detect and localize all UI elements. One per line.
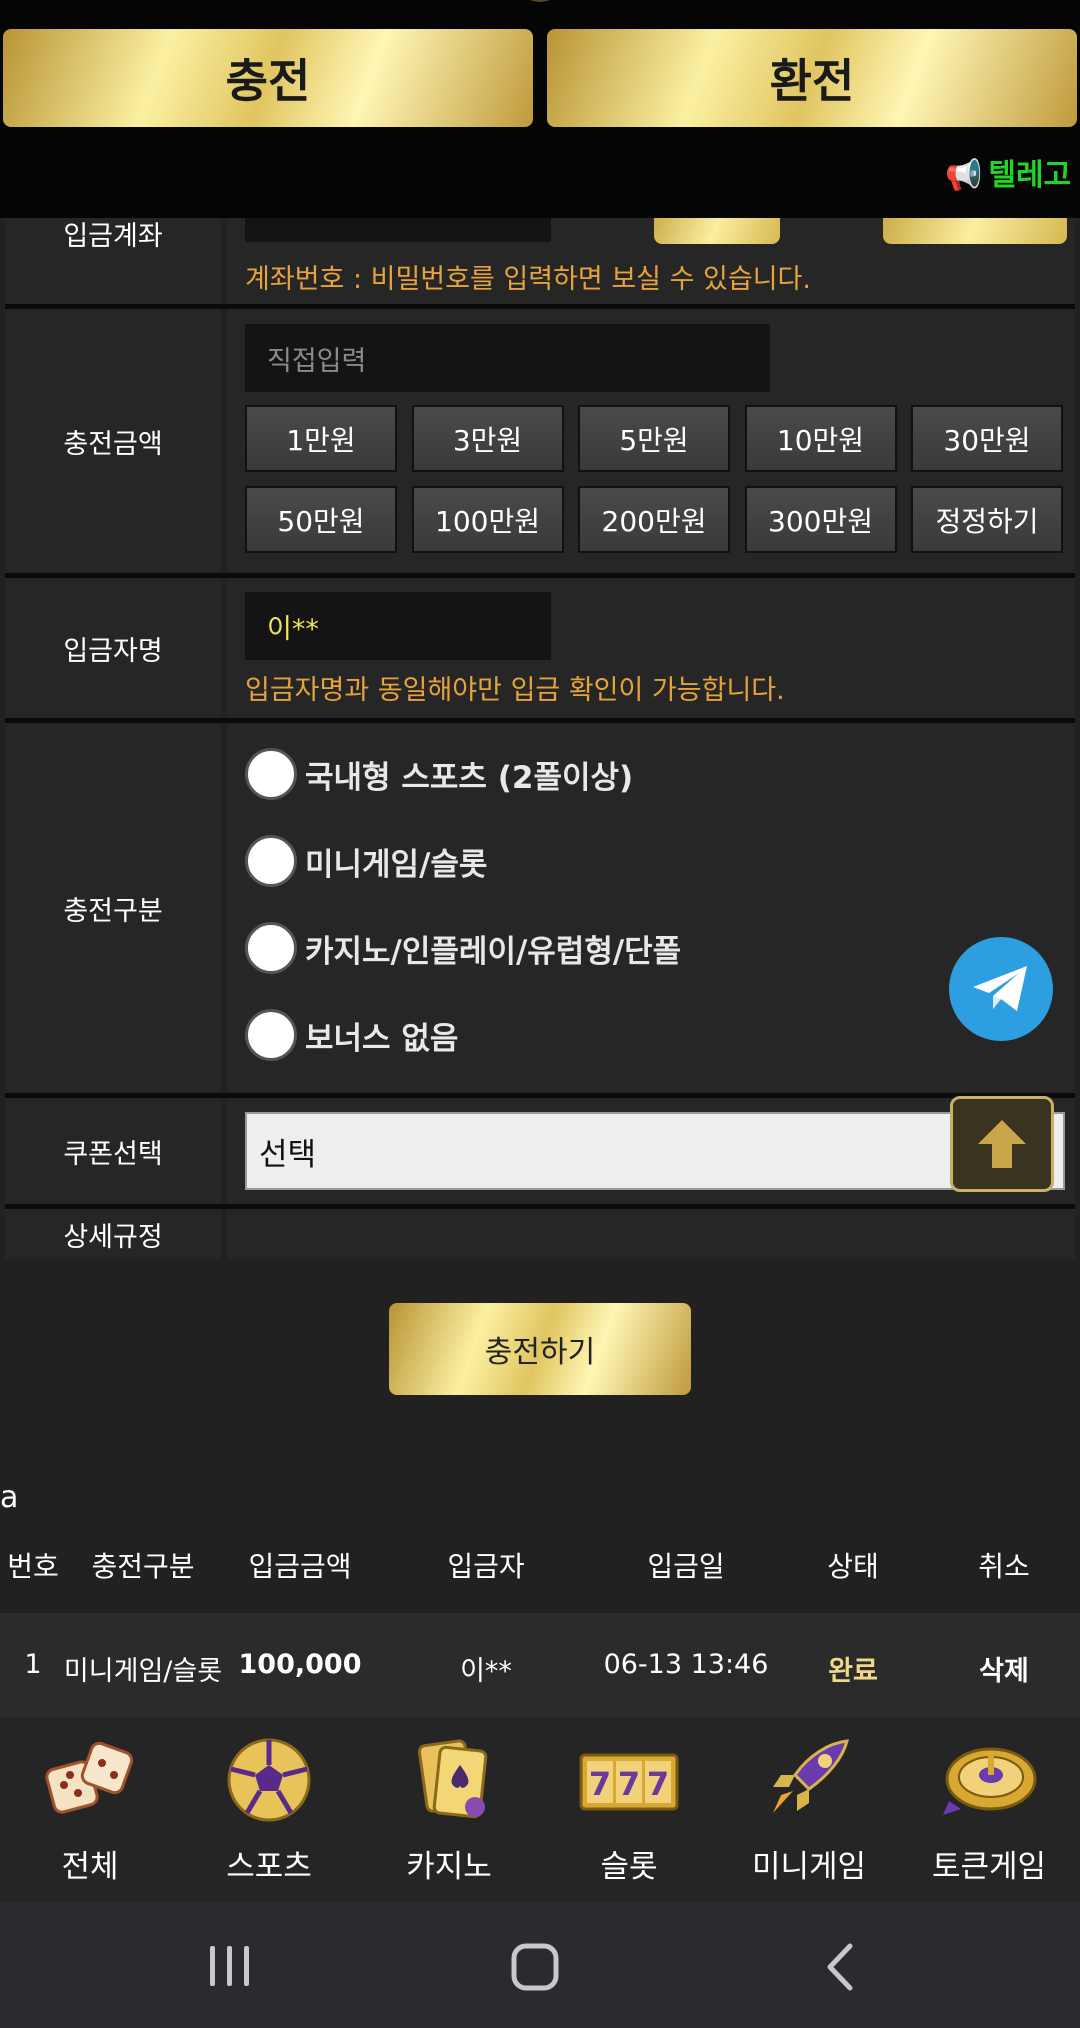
logo-edge bbox=[520, 0, 560, 2]
amount-button[interactable]: 100만원 bbox=[411, 486, 564, 553]
charge-type-value-cell: 국내형 스포츠 (2폴이상) 미니게임/슬롯 카지노/인플레이/유럽형/단폴 보… bbox=[227, 723, 1075, 1093]
radio-label: 미니게임/슬롯 bbox=[305, 846, 488, 883]
charge-type-row: 충전구분 국내형 스포츠 (2폴이상) 미니게임/슬롯 카지노/인플레이/유럽형… bbox=[5, 723, 1075, 1093]
amount-button[interactable]: 정정하기 bbox=[911, 486, 1063, 553]
amount-button[interactable]: 50만원 bbox=[245, 486, 397, 553]
col-header-number: 번호 bbox=[7, 1550, 59, 1583]
roulette-icon bbox=[943, 1747, 1037, 1815]
delete-button[interactable]: 삭제 bbox=[979, 1649, 1029, 1688]
coupon-select[interactable]: 선택 bbox=[245, 1112, 1065, 1190]
radio-button[interactable] bbox=[245, 748, 297, 800]
coupon-row: 쿠폰선택 선택 bbox=[5, 1098, 1075, 1204]
nav-label: 스포츠 bbox=[226, 1849, 312, 1885]
amount-button[interactable]: 300만원 bbox=[744, 486, 897, 553]
soccer-ball-icon bbox=[227, 1738, 311, 1822]
charge-type-label: 충전구분 bbox=[5, 723, 221, 1093]
depositor-label: 입금자명 bbox=[5, 578, 221, 718]
col-header-status: 상태 bbox=[827, 1550, 879, 1583]
depositor-hint: 입금자명과 동일해야만 입금 확인이 가능합니다. bbox=[245, 675, 785, 706]
amount-row: 충전금액 직접입력 1만원 3만원 5만원 10만원 30만원 50만원 100만원 200만… bbox=[5, 309, 1075, 573]
svg-text:7: 7 bbox=[589, 1765, 611, 1803]
amount-value-cell: 직접입력 1만원 3만원 5만원 10만원 30만원 50만원 100만원 200만원 300만… bbox=[227, 309, 1075, 573]
cell-amount: 100,000 bbox=[238, 1649, 362, 1680]
radio-label: 보너스 없음 bbox=[305, 1020, 459, 1057]
marquee-text: 텔레고 bbox=[988, 158, 1072, 193]
playing-cards-icon bbox=[417, 1739, 488, 1819]
col-header-type: 충전구분 bbox=[91, 1550, 195, 1583]
cell-type: 미니게임/슬롯 bbox=[63, 1656, 223, 1687]
nav-item-all[interactable]: 전체 bbox=[5, 1735, 175, 1895]
nav-item-sports[interactable]: 스포츠 bbox=[184, 1735, 354, 1895]
rules-label: 상세규정 bbox=[5, 1209, 221, 1259]
table-row: 1 미니게임/슬롯 100,000 이** 06-13 13:46 완료 삭제 bbox=[0, 1613, 1080, 1717]
amount-button[interactable]: 10만원 bbox=[744, 405, 897, 472]
nav-label: 슬롯 bbox=[600, 1849, 658, 1885]
depositor-row: 입금자명 이** 입금자명과 동일해야만 입금 확인이 가능합니다. bbox=[5, 578, 1075, 718]
radio-no-bonus[interactable]: 보너스 없음 bbox=[245, 1009, 458, 1061]
back-icon[interactable] bbox=[822, 1942, 856, 1992]
svg-text:7: 7 bbox=[618, 1765, 640, 1803]
arrow-up-icon bbox=[978, 1120, 1026, 1168]
amount-button[interactable]: 3만원 bbox=[411, 405, 564, 472]
radio-button[interactable] bbox=[245, 1009, 297, 1061]
coupon-value-cell: 선택 bbox=[227, 1098, 1075, 1204]
radio-domestic-sports[interactable]: 국내형 스포츠 (2폴이상) bbox=[245, 748, 633, 800]
scroll-to-top-button[interactable] bbox=[950, 1096, 1054, 1192]
cell-depositor: 이** bbox=[460, 1656, 512, 1687]
depositor-value-cell: 이** 입금자명과 동일해야만 입금 확인이 가능합니다. bbox=[227, 578, 1075, 718]
submit-charge-button[interactable]: 충전하기 bbox=[389, 1303, 691, 1395]
coupon-label: 쿠폰선택 bbox=[5, 1098, 221, 1204]
radio-button[interactable] bbox=[245, 922, 297, 974]
dice-icon bbox=[45, 1741, 134, 1814]
rules-value-cell bbox=[227, 1209, 1075, 1259]
rules-row: 상세규정 bbox=[5, 1209, 1075, 1259]
account-hint: 계좌번호 : 비밀번호를 입력하면 보실 수 있습니다. bbox=[245, 264, 811, 295]
amount-label: 충전금액 bbox=[5, 309, 221, 573]
nav-item-minigame[interactable]: 미니게임 bbox=[724, 1735, 894, 1895]
recent-apps-icon[interactable] bbox=[206, 1944, 254, 1988]
nav-item-slot[interactable]: 7 7 7 슬롯 bbox=[544, 1735, 714, 1895]
depositor-input[interactable]: 이** bbox=[245, 592, 551, 660]
radio-minigame-slot[interactable]: 미니게임/슬롯 bbox=[245, 835, 487, 887]
megaphone-icon: 📢 bbox=[945, 158, 983, 193]
nav-label: 미니게임 bbox=[751, 1849, 867, 1885]
radio-label: 국내형 스포츠 (2폴이상) bbox=[305, 759, 634, 796]
col-header-cancel: 취소 bbox=[978, 1550, 1030, 1583]
nav-label: 카지노 bbox=[406, 1849, 492, 1885]
amount-button[interactable]: 1만원 bbox=[245, 405, 397, 472]
history-title: a bbox=[0, 1480, 19, 1515]
amount-button[interactable]: 5만원 bbox=[578, 405, 730, 472]
nav-item-casino[interactable]: 카지노 bbox=[364, 1735, 534, 1895]
radio-casino-inplay[interactable]: 카지노/인플레이/유럽형/단폴 bbox=[245, 922, 681, 974]
svg-text:7: 7 bbox=[647, 1765, 669, 1803]
col-header-depositor: 입금자 bbox=[447, 1550, 525, 1583]
cell-number: 1 bbox=[24, 1649, 42, 1680]
nav-label: 토큰게임 bbox=[931, 1849, 1047, 1885]
radio-label: 카지노/인플레이/유럽형/단폴 bbox=[305, 933, 682, 970]
amount-input[interactable]: 직접입력 bbox=[245, 324, 770, 392]
bottom-game-nav: 전체 스포츠 카지노 7 7 7 슬롯 미니게임 토큰게임 bbox=[0, 1717, 1080, 1902]
col-header-date: 입금일 bbox=[647, 1550, 725, 1583]
cell-date: 06-13 13:46 bbox=[603, 1649, 769, 1680]
col-header-amount: 입금금액 bbox=[248, 1550, 352, 1583]
telegram-button[interactable] bbox=[949, 937, 1053, 1041]
radio-button[interactable] bbox=[245, 835, 297, 887]
charge-tab-button[interactable]: 충전 bbox=[3, 29, 533, 127]
nav-label: 전체 bbox=[61, 1849, 119, 1885]
notice-marquee: 📢 텔레고 bbox=[945, 150, 1071, 194]
telegram-icon bbox=[973, 966, 1027, 1011]
exchange-tab-button[interactable]: 환전 bbox=[547, 29, 1077, 127]
amount-button[interactable]: 200만원 bbox=[578, 486, 730, 553]
home-icon[interactable] bbox=[510, 1942, 560, 1992]
top-header: 충전 환전 📢 텔레고 bbox=[0, 0, 1080, 218]
nav-item-token-game[interactable]: 토큰게임 bbox=[904, 1735, 1074, 1895]
amount-button[interactable]: 30만원 bbox=[911, 405, 1063, 472]
slot-777-icon: 7 7 7 bbox=[579, 1753, 679, 1811]
status-badge: 완료 bbox=[828, 1656, 878, 1687]
rocket-icon bbox=[773, 1739, 849, 1813]
system-navigation-bar bbox=[0, 1902, 1080, 2028]
